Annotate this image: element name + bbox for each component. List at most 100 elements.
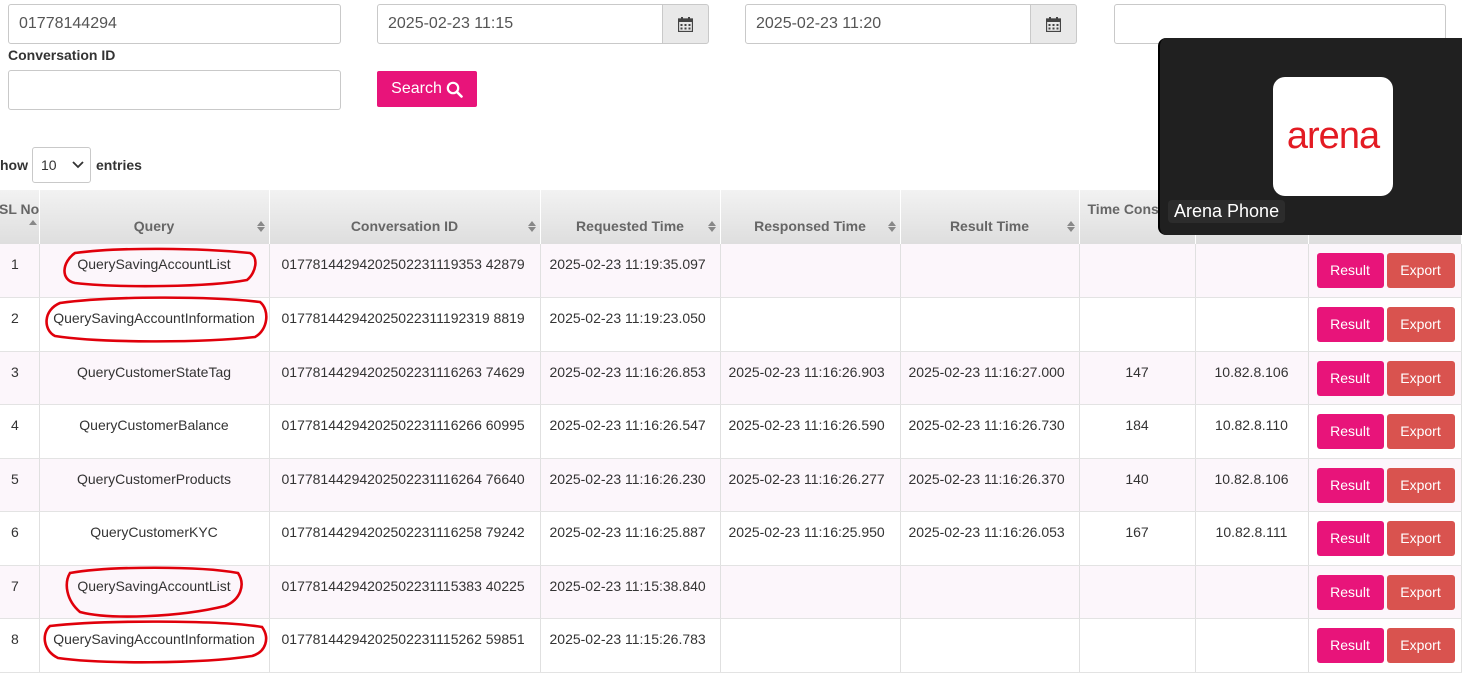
cell-conversation-id: 01778144294202502231116258 79242 (269, 511, 541, 566)
cell-time-consumed: 184 (1079, 404, 1196, 459)
cell-ip: 10.82.8.110 (1195, 404, 1309, 459)
cell-responsed-time: 2025-02-23 11:16:26.903 (720, 351, 901, 405)
cell-sl-no: 5 (0, 458, 40, 512)
result-button[interactable]: Result (1316, 521, 1384, 556)
export-button[interactable]: Export (1386, 467, 1455, 503)
cell-ip: 10.82.8.106 (1195, 458, 1309, 512)
header-time-consumed-label: Time Consu (1087, 201, 1168, 217)
cell-query: QueryCustomerBalance (39, 404, 270, 459)
header-result-time-label: Result Time (949, 218, 1030, 234)
result-button[interactable]: Result (1316, 467, 1384, 503)
cell-time-consumed: 147 (1079, 351, 1196, 405)
cell-responsed-time: 2025-02-23 11:16:25.950 (720, 511, 901, 566)
cell-result-time (900, 618, 1080, 673)
cell-time-consumed: 140 (1079, 458, 1196, 512)
header-conversation-id[interactable]: Conversation ID (269, 190, 541, 244)
arena-phone-window[interactable]: arena Arena Phone (1158, 38, 1462, 235)
cell-time-consumed (1079, 244, 1196, 298)
cell-sl-no: 1 (0, 244, 40, 298)
result-button[interactable]: Result (1316, 307, 1384, 342)
start-calendar-button[interactable] (662, 4, 709, 44)
cell-sl-no: 6 (0, 511, 40, 566)
table-row: 7 QuerySavingAccountList 017781442942025… (0, 565, 1462, 619)
cell-requested-time: 2025-02-23 11:16:25.887 (540, 511, 721, 566)
length-suffix: entries (96, 157, 142, 173)
header-sl-no[interactable]: SL No (0, 190, 40, 244)
table-row: 6 QueryCustomerKYC 017781442942025022311… (0, 511, 1462, 566)
cell-actions: Result Export (1308, 244, 1462, 298)
cell-conversation-id: 01778144294202502231119353 42879 (269, 244, 541, 298)
cell-requested-time: 2025-02-23 11:16:26.230 (540, 458, 721, 512)
cell-conversation-id: 01778144294202502231115262 59851 (269, 618, 541, 673)
sort-icon (887, 221, 896, 232)
cell-requested-time: 2025-02-23 11:16:26.853 (540, 351, 721, 405)
header-requested-time[interactable]: Requested Time (540, 190, 721, 244)
search-button-label: Search (391, 80, 442, 97)
export-button[interactable]: Export (1386, 253, 1455, 288)
cell-conversation-id: 017781442942025022311192319 8819 (269, 297, 541, 352)
cell-conversation-id: 01778144294202502231116263 74629 (269, 351, 541, 405)
result-button[interactable]: Result (1316, 414, 1384, 449)
cell-actions: Result Export (1308, 351, 1462, 405)
end-calendar-button[interactable] (1030, 4, 1077, 44)
table-row: 1 QuerySavingAccountList 017781442942025… (0, 244, 1462, 298)
start-time-input[interactable] (377, 4, 663, 44)
sort-icon (256, 221, 265, 232)
export-button[interactable]: Export (1386, 307, 1455, 342)
cell-sl-no: 2 (0, 297, 40, 352)
header-query-label: Query (133, 218, 175, 234)
export-button[interactable]: Export (1386, 574, 1455, 610)
cell-time-consumed: 167 (1079, 511, 1196, 566)
cell-ip (1195, 244, 1309, 298)
conversation-id-input[interactable] (8, 70, 341, 110)
cell-ip (1195, 565, 1309, 619)
cell-sl-no: 4 (0, 404, 40, 459)
cell-actions: Result Export (1308, 565, 1462, 619)
header-result-time[interactable]: Result Time (900, 190, 1080, 244)
result-button[interactable]: Result (1316, 628, 1384, 663)
end-time-input[interactable] (745, 4, 1031, 44)
result-button[interactable]: Result (1316, 574, 1384, 610)
cell-result-time (900, 244, 1080, 298)
export-button[interactable]: Export (1386, 628, 1455, 663)
cell-requested-time: 2025-02-23 11:19:35.097 (540, 244, 721, 298)
cell-result-time: 2025-02-23 11:16:26.370 (900, 458, 1080, 512)
header-sl-no-label: SL No (0, 201, 39, 217)
export-button[interactable]: Export (1386, 414, 1455, 449)
length-prefix: how (0, 157, 28, 173)
query-log-table: SL No Query Conversation ID Requested Ti… (0, 190, 1462, 673)
entries-value: 10 (41, 157, 57, 173)
sort-icon (1066, 221, 1075, 232)
cell-responsed-time (720, 618, 901, 673)
cell-actions: Result Export (1308, 511, 1462, 566)
cell-actions: Result Export (1308, 404, 1462, 459)
search-icon (446, 81, 463, 98)
result-button[interactable]: Result (1316, 253, 1384, 288)
cell-query: QuerySavingAccountInformation (39, 297, 270, 352)
cell-requested-time: 2025-02-23 11:16:26.547 (540, 404, 721, 459)
entries-select[interactable]: 10 (32, 147, 91, 183)
cell-actions: Result Export (1308, 618, 1462, 673)
cell-sl-no: 3 (0, 351, 40, 405)
cell-query: QueryCustomerKYC (39, 511, 270, 566)
cell-query: QuerySavingAccountList (39, 565, 270, 619)
table-row: 8 QuerySavingAccountInformation 01778144… (0, 618, 1462, 673)
result-button[interactable]: Result (1316, 360, 1384, 396)
conversation-id-label: Conversation ID (8, 47, 116, 63)
arena-logo-text: arena (1286, 115, 1380, 157)
table-row: 2 QuerySavingAccountInformation 01778144… (0, 297, 1462, 352)
cell-responsed-time (720, 565, 901, 619)
msisdn-input[interactable] (8, 4, 341, 44)
export-button[interactable]: Export (1386, 360, 1455, 396)
header-query[interactable]: Query (39, 190, 270, 244)
length-menu: how 10 entries (0, 147, 142, 183)
search-button[interactable]: Search (377, 71, 477, 107)
cell-conversation-id: 01778144294202502231115383 40225 (269, 565, 541, 619)
cell-sl-no: 7 (0, 565, 40, 619)
cell-time-consumed (1079, 297, 1196, 352)
cell-conversation-id: 01778144294202502231116266 60995 (269, 404, 541, 459)
chevron-down-icon (72, 161, 84, 169)
table-row: 5 QueryCustomerProducts 0177814429420250… (0, 458, 1462, 512)
header-responsed-time[interactable]: Responsed Time (720, 190, 901, 244)
export-button[interactable]: Export (1386, 521, 1455, 556)
